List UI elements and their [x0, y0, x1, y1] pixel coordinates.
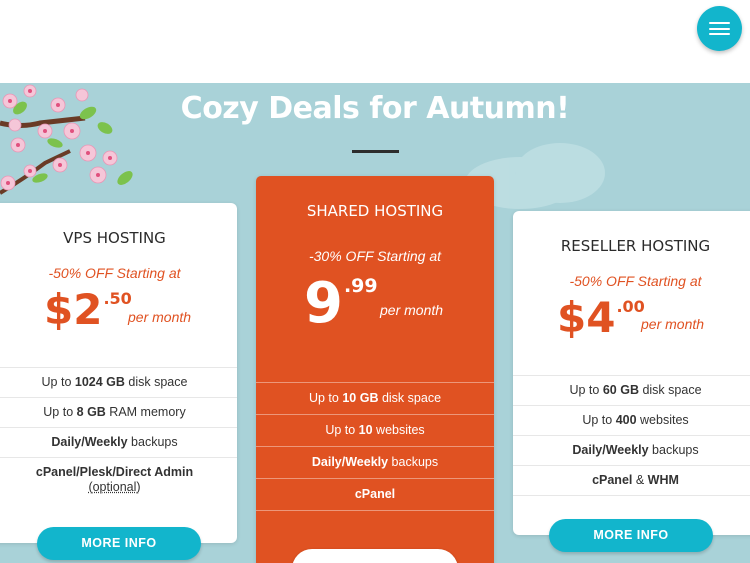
plan-card-shared: SHARED HOSTING -30% OFF Starting at 9.99…	[256, 176, 494, 563]
hero-title: Cozy Deals for Autumn!	[180, 91, 570, 126]
top-bar	[0, 0, 750, 83]
plan-title: SHARED HOSTING	[306, 202, 444, 220]
feature-item: Up to 8 GB RAM memory	[0, 397, 237, 427]
plan-title: RESELLER HOSTING	[560, 237, 711, 255]
feature-item: Daily/Weekly backups	[256, 446, 494, 478]
shared-more-info-button[interactable]	[292, 549, 458, 563]
feature-item: cPanel/Plesk/Direct Admin (optional)	[0, 457, 237, 502]
plan-price: 9.99	[304, 276, 378, 332]
price-period: per month	[641, 316, 705, 332]
price-cents: .99	[343, 275, 378, 297]
plan-offer: -30% OFF Starting at	[308, 248, 441, 264]
plan-card-reseller: RESELLER HOSTING -50% OFF Starting at $4…	[513, 211, 750, 535]
feature-list: Up to 60 GB disk space Up to 400 website…	[513, 375, 750, 496]
feature-item: cPanel	[256, 478, 494, 511]
plan-offer: -50% OFF Starting at	[569, 273, 702, 289]
feature-item: Up to 10 GB disk space	[256, 382, 494, 414]
plan-offer: -50% OFF Starting at	[48, 265, 181, 281]
plan-price: $2.50	[44, 289, 132, 331]
feature-item: Up to 400 websites	[513, 405, 750, 435]
feature-item: Up to 60 GB disk space	[513, 375, 750, 405]
feature-list: Up to 1024 GB disk space Up to 8 GB RAM …	[0, 367, 237, 502]
feature-item: Daily/Weekly backups	[513, 435, 750, 465]
price-period: per month	[380, 302, 444, 318]
feature-item: cPanel & WHM	[513, 465, 750, 496]
feature-list: Up to 10 GB disk space Up to 10 websites…	[256, 382, 494, 511]
price-currency: $	[44, 285, 74, 334]
feature-item: Up to 10 websites	[256, 414, 494, 446]
feature-item: Daily/Weekly backups	[0, 427, 237, 457]
price-main: 2	[73, 285, 103, 334]
plan-card-vps: VPS HOSTING -50% OFF Starting at $2.50 p…	[0, 203, 237, 543]
plan-price: $4.00	[557, 297, 645, 339]
price-period: per month	[128, 309, 192, 325]
price-currency: $	[557, 293, 587, 342]
vps-more-info-button[interactable]: MORE INFO	[37, 527, 201, 560]
hamburger-menu-icon[interactable]	[697, 6, 742, 51]
hero-section: Cozy Deals for Autumn! VPS HOSTING -50% …	[0, 83, 750, 563]
price-main: 4	[586, 293, 616, 342]
price-main: 9	[304, 271, 343, 336]
feature-item: Up to 1024 GB disk space	[0, 367, 237, 397]
price-cents: .00	[616, 297, 645, 316]
plan-title: VPS HOSTING	[63, 229, 166, 247]
optional-note[interactable]: (optional)	[88, 480, 140, 494]
reseller-more-info-button[interactable]: MORE INFO	[549, 519, 713, 552]
price-cents: .50	[103, 289, 132, 308]
title-divider	[352, 150, 399, 153]
